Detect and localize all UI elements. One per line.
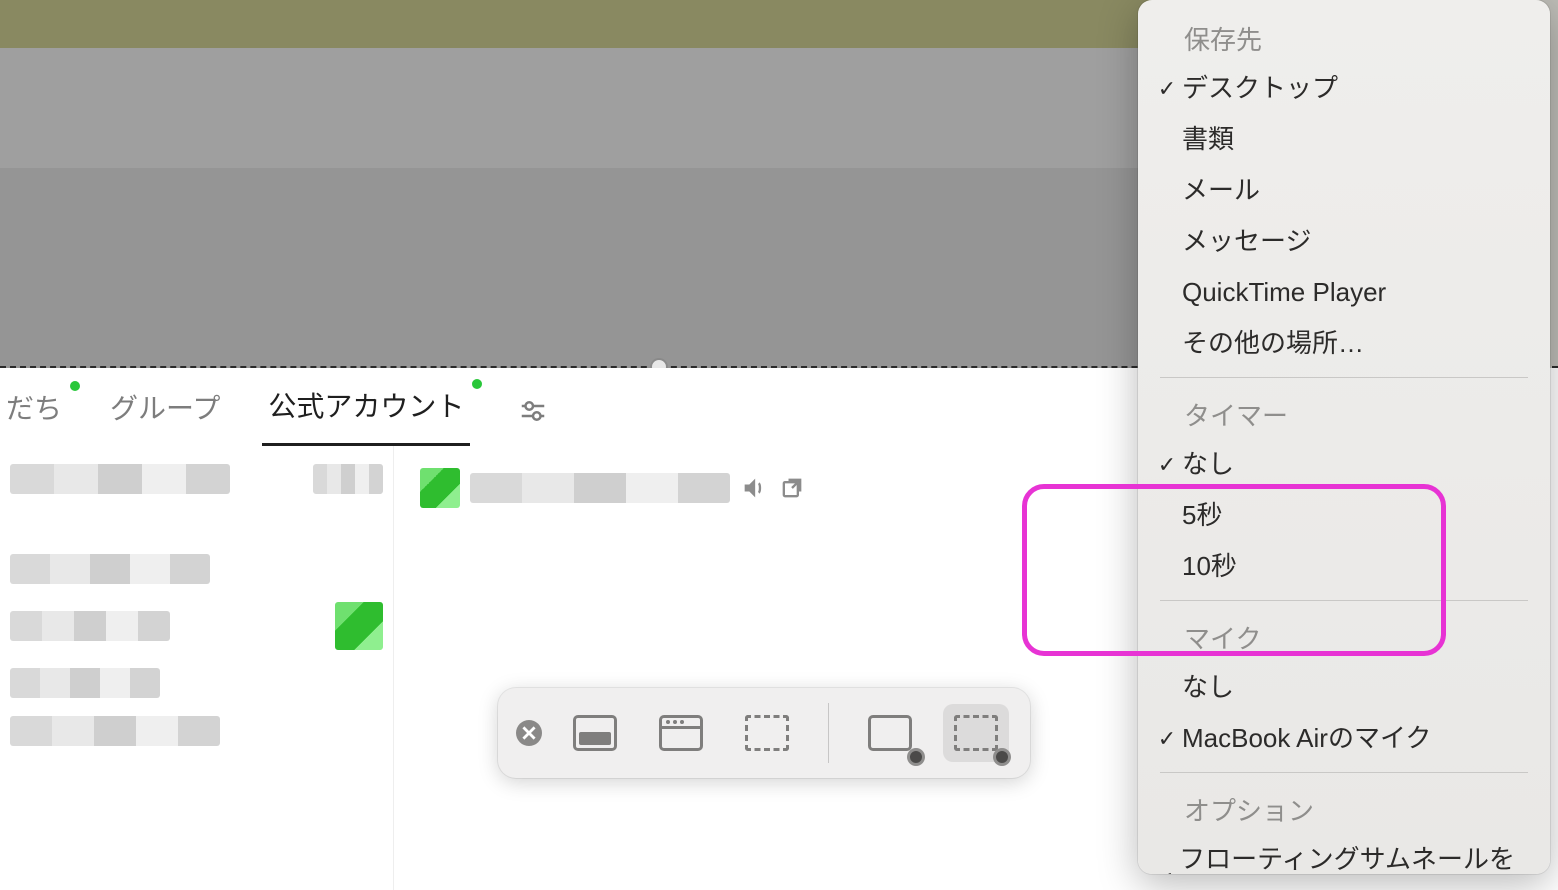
option-label: フローティングサムネールを表示 — [1179, 840, 1530, 874]
option-save-quicktime[interactable]: QuickTime Player — [1138, 267, 1550, 318]
tab-official-label: 公式アカウント — [268, 391, 464, 422]
record-dot-icon — [993, 748, 1011, 766]
capture-window-button[interactable] — [648, 704, 714, 762]
check-icon: ✓ — [1152, 722, 1182, 755]
option-label: 10秒 — [1182, 547, 1237, 586]
option-label: 5秒 — [1182, 496, 1222, 535]
screen-icon — [868, 715, 912, 751]
option-timer-5s[interactable]: 5秒 — [1138, 490, 1550, 541]
list-item[interactable] — [10, 464, 383, 494]
option-show-thumbnail[interactable]: ✓ フローティングサムネールを表示 — [1138, 834, 1550, 874]
option-save-other[interactable]: その他の場所… — [1138, 318, 1550, 369]
toolbar-divider — [828, 703, 829, 763]
record-entire-screen-button[interactable] — [857, 704, 923, 762]
check-icon: ✓ — [1152, 72, 1182, 105]
speaker-icon[interactable] — [740, 474, 768, 502]
option-label: QuickTime Player — [1182, 273, 1386, 312]
open-external-icon[interactable] — [778, 474, 806, 502]
menu-separator — [1160, 377, 1528, 378]
option-label: MacBook Airのマイク — [1182, 719, 1431, 758]
screenshot-toolbar — [498, 688, 1030, 778]
selection-icon — [954, 715, 998, 751]
section-microphone: マイク — [1138, 609, 1550, 662]
close-toolbar-button[interactable] — [516, 720, 542, 746]
capture-entire-screen-button[interactable] — [562, 704, 628, 762]
avatar — [420, 468, 460, 508]
list-item[interactable] — [10, 554, 383, 584]
tab-groups-label: グループ — [110, 393, 220, 424]
list-item[interactable] — [10, 716, 383, 746]
check-icon: ✓ — [1152, 863, 1179, 875]
section-save-to: 保存先 — [1138, 10, 1550, 63]
option-save-desktop[interactable]: ✓ デスクトップ — [1138, 63, 1550, 114]
badge-dot-icon — [70, 381, 80, 391]
list-item[interactable] — [10, 668, 383, 698]
tab-friends[interactable]: だち — [0, 377, 68, 445]
tab-groups[interactable]: グループ — [104, 377, 226, 445]
option-label: なし — [1182, 445, 1234, 484]
filter-settings-button[interactable] — [518, 396, 548, 426]
tab-friends-label: だち — [6, 393, 62, 424]
record-selection-button[interactable] — [943, 704, 1009, 762]
option-label: デスクトップ — [1182, 69, 1338, 108]
option-label: 書類 — [1182, 120, 1234, 159]
badge-dot-icon — [472, 379, 482, 389]
tab-official-accounts[interactable]: 公式アカウント — [262, 375, 470, 446]
record-dot-icon — [907, 748, 925, 766]
option-label: その他の場所… — [1182, 324, 1364, 363]
avatar — [335, 602, 383, 650]
capture-selection-button[interactable] — [734, 704, 800, 762]
option-save-messages[interactable]: メッセージ — [1138, 216, 1550, 267]
option-save-documents[interactable]: 書類 — [1138, 114, 1550, 165]
option-label: なし — [1182, 668, 1234, 707]
left-list — [0, 444, 394, 890]
option-save-mail[interactable]: メール — [1138, 165, 1550, 216]
screen-icon — [573, 715, 617, 751]
option-label: メッセージ — [1182, 222, 1311, 261]
option-label: メール — [1182, 171, 1260, 210]
options-menu: 保存先 ✓ デスクトップ 書類 メール メッセージ QuickTime Play… — [1138, 0, 1550, 874]
option-timer-none[interactable]: ✓ なし — [1138, 439, 1550, 490]
option-mic-macbook-air[interactable]: ✓ MacBook Airのマイク — [1138, 713, 1550, 764]
selection-icon — [745, 715, 789, 751]
option-mic-none[interactable]: なし — [1138, 662, 1550, 713]
section-options: オプション — [1138, 781, 1550, 834]
option-timer-10s[interactable]: 10秒 — [1138, 541, 1550, 592]
section-timer: タイマー — [1138, 386, 1550, 439]
check-icon: ✓ — [1152, 448, 1182, 481]
menu-separator — [1160, 772, 1528, 773]
list-item[interactable] — [10, 602, 383, 650]
menu-separator — [1160, 600, 1528, 601]
window-icon — [659, 715, 703, 751]
